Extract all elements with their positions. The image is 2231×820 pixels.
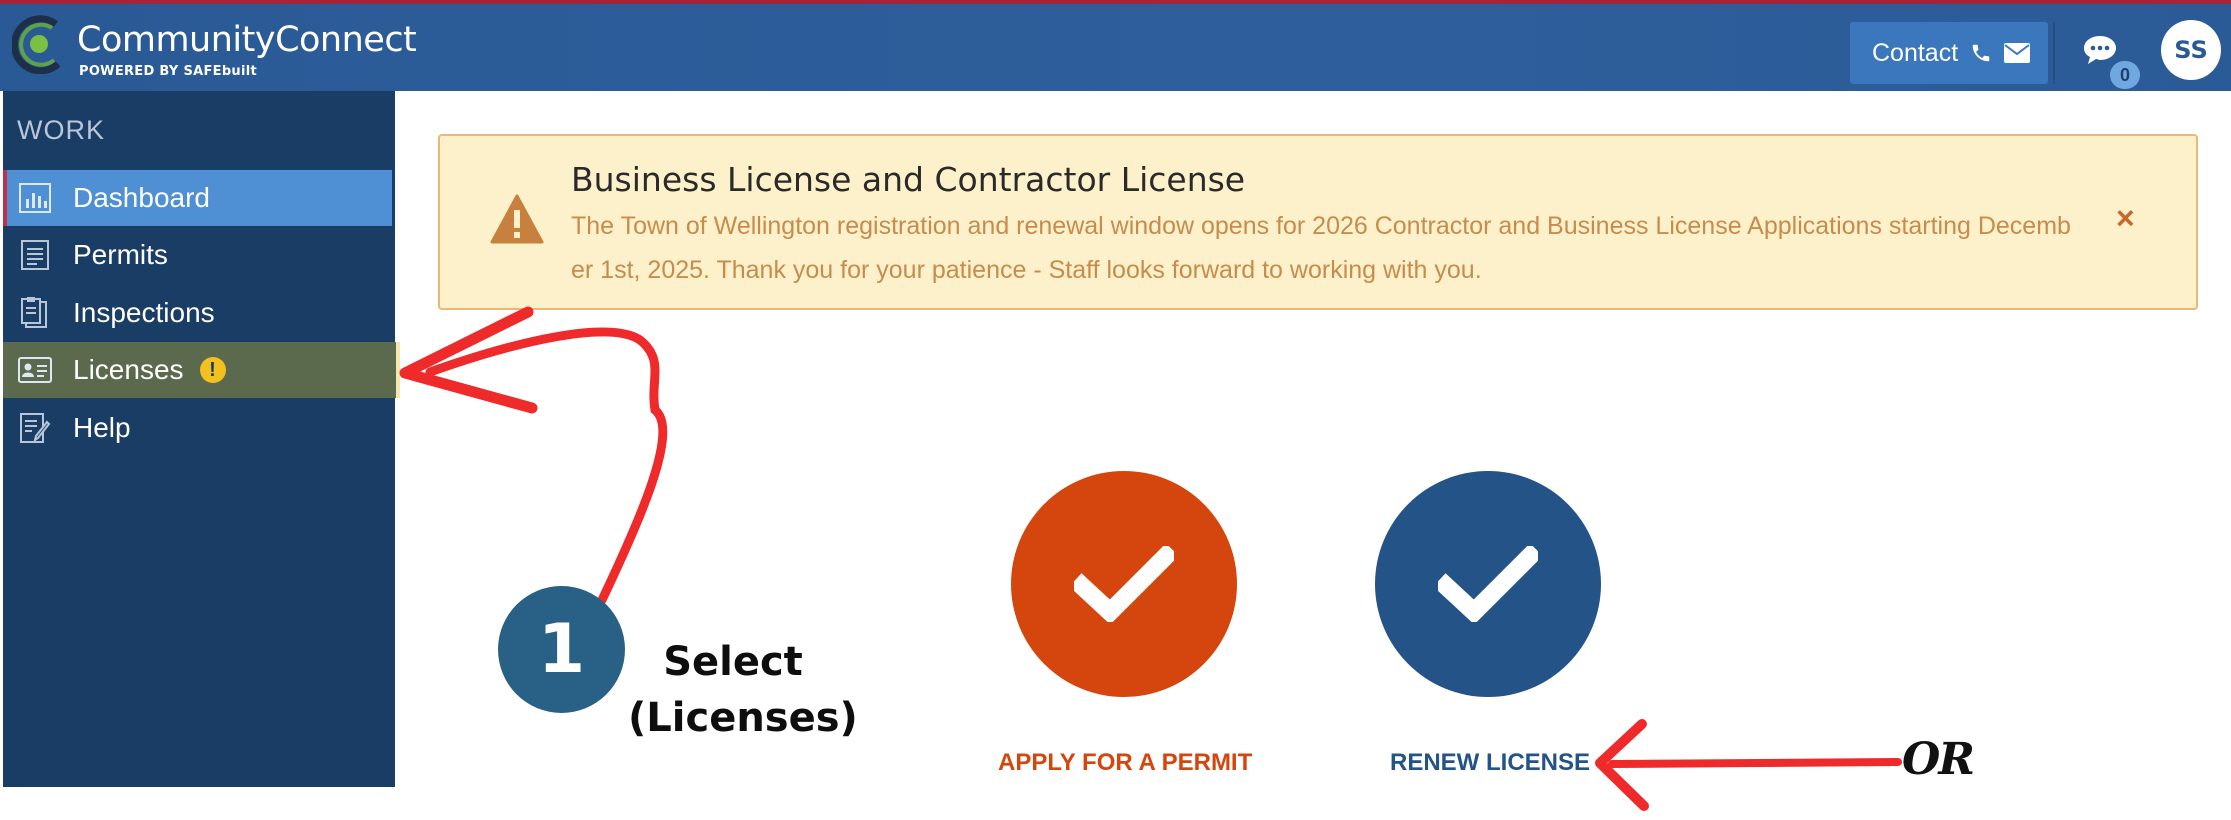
step-instruction-line2: (Licenses) [628, 695, 858, 741]
annotation-arrows [399, 306, 1902, 811]
screen: CommunityConnect POWERED BY SAFEbuilt Co… [0, 0, 2231, 820]
or-annotation: OR [1902, 734, 1975, 785]
step-number-badge: 1 [498, 586, 625, 713]
straight-arrow-to-renew [1608, 758, 1902, 768]
step-instruction: Select (Licenses) [628, 634, 858, 746]
step-instruction-line1: Select [663, 639, 803, 685]
curved-arrow-to-licenses [425, 327, 668, 605]
